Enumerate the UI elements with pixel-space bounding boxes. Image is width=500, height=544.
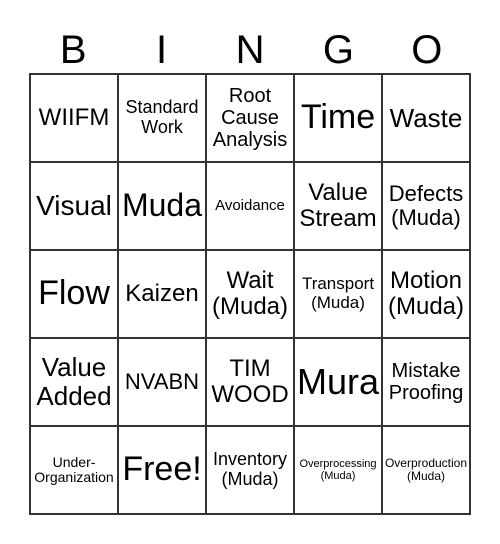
header-letter: B bbox=[59, 28, 87, 72]
bingo-cell[interactable]: Mistake Proofing bbox=[382, 338, 470, 426]
cell-label: Overproduction (Muda) bbox=[384, 455, 468, 483]
cell-label: Waste bbox=[389, 102, 463, 133]
header-letter: I bbox=[156, 28, 168, 72]
bingo-cell[interactable]: Waste bbox=[382, 74, 470, 162]
cell-label: Free! bbox=[122, 450, 202, 489]
bingo-header: BINGO bbox=[29, 26, 471, 74]
cell-label: Overprocessing (Muda) bbox=[299, 457, 377, 482]
cell-label: Transport (Muda) bbox=[301, 274, 375, 312]
bingo-cell[interactable]: Time bbox=[294, 74, 382, 162]
cell-label: NVABN bbox=[124, 368, 200, 394]
cell-label: Muda bbox=[121, 187, 203, 224]
cell-label: Value Stream bbox=[299, 178, 377, 232]
bingo-cell[interactable]: TIM WOOD bbox=[206, 338, 294, 426]
cell-label: Motion (Muda) bbox=[387, 266, 465, 320]
cell-label: Value Added bbox=[36, 352, 112, 411]
bingo-cell[interactable]: Root Cause Analysis bbox=[206, 74, 294, 162]
cell-label: Time bbox=[300, 98, 376, 137]
bingo-cell[interactable]: Visual bbox=[30, 162, 118, 250]
cell-label: Wait (Muda) bbox=[211, 266, 289, 320]
cell-label: Flow bbox=[38, 274, 110, 313]
bingo-cell[interactable]: Mura bbox=[294, 338, 382, 426]
cell-label: Mura bbox=[296, 361, 380, 403]
bingo-grid: WIIFM Standard Work Root Cause Analysis Tim… bbox=[29, 73, 471, 515]
bingo-cell[interactable]: Kaizen bbox=[118, 250, 206, 338]
cell-label: Root Cause Analysis bbox=[212, 85, 288, 151]
bingo-cell[interactable]: Avoidance bbox=[206, 162, 294, 250]
cell-label: Kaizen bbox=[125, 279, 199, 307]
bingo-cell[interactable]: Motion (Muda) bbox=[382, 250, 470, 338]
bingo-cell[interactable]: Defects (Muda) bbox=[382, 162, 470, 250]
cell-label: WIIFM bbox=[38, 103, 110, 131]
cell-label: Visual bbox=[36, 189, 112, 221]
bingo-cell[interactable]: Wait (Muda) bbox=[206, 250, 294, 338]
bingo-cell[interactable]: Under-Organization bbox=[30, 426, 118, 514]
cell-label: Defects (Muda) bbox=[388, 180, 464, 230]
bingo-cell[interactable]: Inventory (Muda) bbox=[206, 426, 294, 514]
bingo-cell[interactable]: Transport (Muda) bbox=[294, 250, 382, 338]
bingo-cell[interactable]: Overprocessing (Muda) bbox=[294, 426, 382, 514]
cell-label: Standard Work bbox=[125, 97, 199, 137]
bingo-cell[interactable]: Value Stream bbox=[294, 162, 382, 250]
header-letter: G bbox=[322, 28, 354, 72]
cell-label: Inventory (Muda) bbox=[212, 449, 288, 489]
cell-label: Under-Organization bbox=[34, 453, 114, 485]
bingo-cell[interactable]: Standard Work bbox=[118, 74, 206, 162]
bingo-cell[interactable]: NVABN bbox=[118, 338, 206, 426]
bingo-cell[interactable]: Overproduction (Muda) bbox=[382, 426, 470, 514]
cell-label: Avoidance bbox=[215, 196, 285, 214]
bingo-cell[interactable]: WIIFM bbox=[30, 74, 118, 162]
cell-label: TIM WOOD bbox=[211, 354, 289, 408]
cell-label: Mistake Proofing bbox=[388, 360, 464, 404]
header-letter: O bbox=[411, 28, 443, 72]
bingo-cell[interactable]: Value Added bbox=[30, 338, 118, 426]
header-letter: N bbox=[235, 28, 265, 72]
bingo-cell[interactable]: Flow bbox=[30, 250, 118, 338]
free-space-cell[interactable]: Free! bbox=[118, 426, 206, 514]
bingo-cell[interactable]: Muda bbox=[118, 162, 206, 250]
